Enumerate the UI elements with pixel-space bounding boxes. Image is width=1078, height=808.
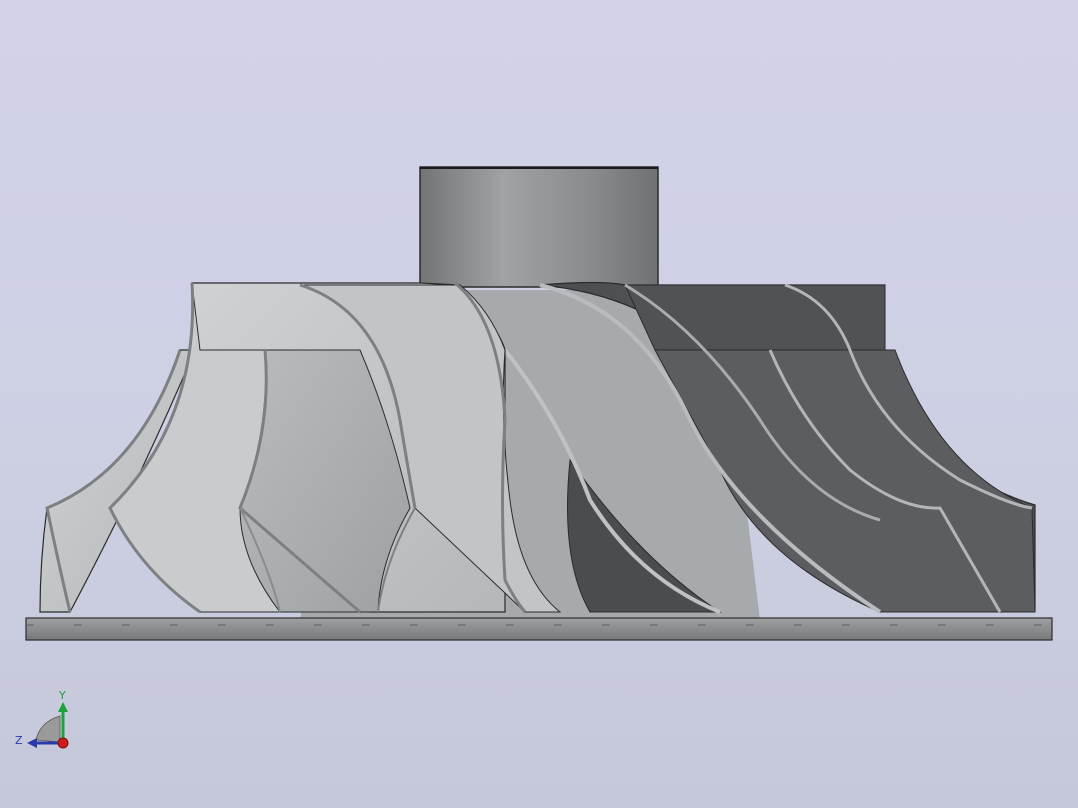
impeller-blades-front[interactable] bbox=[39, 281, 562, 614]
model-canvas[interactable]: Y Z bbox=[0, 0, 1078, 808]
view-orientation-triad[interactable]: Y Z bbox=[15, 689, 69, 749]
y-axis-label: Y bbox=[58, 689, 66, 702]
z-axis-label: Z bbox=[15, 734, 23, 747]
x-axis-dot-icon bbox=[57, 737, 69, 749]
z-axis-arrow-icon bbox=[27, 738, 37, 748]
impeller-base-disc[interactable] bbox=[25, 617, 1053, 641]
y-axis-arrow-icon bbox=[58, 702, 68, 712]
triad-quadrant-icon bbox=[35, 715, 61, 743]
3d-viewport[interactable]: Y Z bbox=[0, 0, 1078, 808]
